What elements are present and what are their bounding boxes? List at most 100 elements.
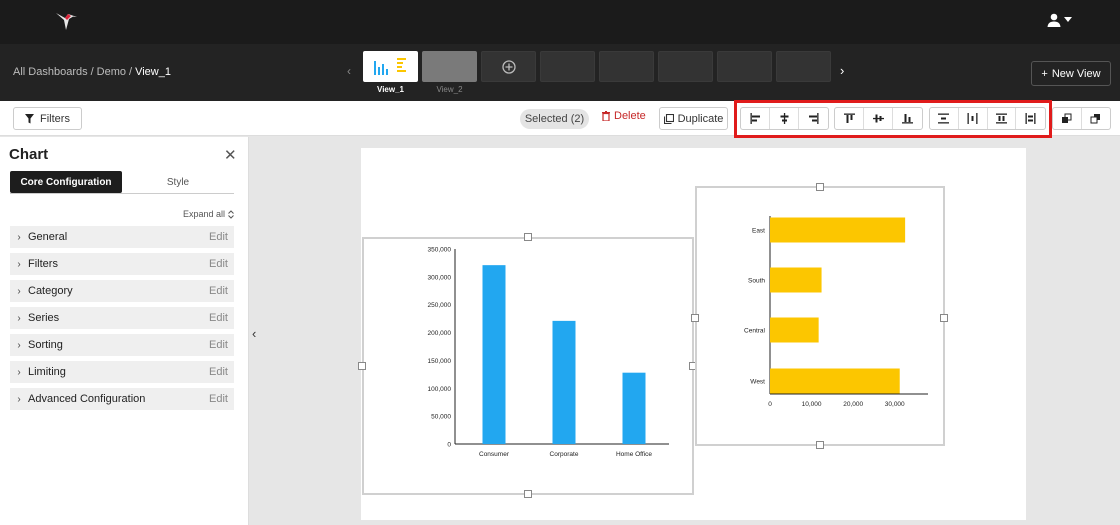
x-tick-label: Home Office [616,451,652,458]
duplicate-button[interactable]: Duplicate [659,107,728,130]
trash-icon [602,111,610,121]
chevron-right-icon: › [17,393,21,405]
edit-link[interactable]: Edit [209,258,228,270]
x-tick-label: 10,000 [802,401,822,408]
section-limiting[interactable]: › Limiting Edit [10,361,234,383]
section-label: Sorting [28,339,63,351]
section-label: Series [28,312,60,324]
bar [770,317,819,343]
section-label: Advanced Configuration [28,393,146,405]
edit-link[interactable]: Edit [209,339,228,351]
resize-handle[interactable] [524,490,532,498]
empty-view-slot [599,51,654,82]
y-tick-label: 50,000 [431,414,451,421]
bar [770,267,822,293]
filters-button[interactable]: Filters [13,107,82,130]
tab-divider [10,193,234,194]
resize-handle[interactable] [358,362,366,370]
edit-link[interactable]: Edit [209,285,228,297]
section-filters[interactable]: › Filters Edit [10,253,234,275]
chevron-right-icon: › [17,231,21,243]
section-sorting[interactable]: › Sorting Edit [10,334,234,356]
view-tab-view-2[interactable] [422,51,477,82]
bring-to-front-button[interactable] [1053,108,1082,129]
chevron-right-icon: › [17,258,21,270]
chevron-right-icon: › [17,312,21,324]
add-view-button[interactable] [481,51,536,82]
send-to-back-button[interactable] [1082,108,1110,129]
chevron-right-icon[interactable]: › [840,63,844,78]
y-tick-label: East [752,228,765,235]
delete-button[interactable]: Delete [602,110,646,122]
y-tick-label: 350,000 [428,247,452,254]
section-label: General [28,231,68,243]
user-icon [1047,13,1061,27]
resize-handle[interactable] [524,233,532,241]
caret-down-icon [1064,17,1072,22]
y-tick-label: 250,000 [428,302,452,309]
copy-icon [663,113,674,124]
expand-collapse-icon [228,209,234,219]
chevron-right-icon: › [17,285,21,297]
view-tab-label: View_1 [377,85,404,94]
empty-view-slot [717,51,772,82]
hummingbird-logo[interactable] [54,10,78,35]
view-tab-view-1[interactable] [363,51,418,82]
edit-link[interactable]: Edit [209,312,228,324]
y-tick-label: 200,000 [428,330,452,337]
resize-handle[interactable] [691,314,699,322]
bar [770,217,906,243]
edit-link[interactable]: Edit [209,366,228,378]
breadcrumb-separator: / [129,66,133,78]
empty-view-slot [658,51,713,82]
edit-link[interactable]: Edit [209,231,228,243]
chevron-right-icon: › [17,339,21,351]
vertical-bar-chart-widget[interactable]: 0 50,000 100,000 150,000 200,000 250,000 300,0… [362,237,694,495]
x-tick-label: 20,000 [843,401,863,408]
section-advanced-configuration[interactable]: › Advanced Configuration Edit [10,388,234,410]
y-tick-label: 100,000 [428,386,452,393]
section-series[interactable]: › Series Edit [10,307,234,329]
bar [482,265,506,444]
view-tab-label: View_2 [436,85,463,94]
filters-label: Filters [40,112,70,125]
section-category[interactable]: › Category Edit [10,280,234,302]
y-tick-label: 150,000 [428,358,452,365]
x-tick-label: 30,000 [885,401,905,408]
plus-icon: + [1041,67,1048,80]
chart-config-panel: Chart ✕ Core Configuration Style Expand … [0,137,249,525]
resize-handle[interactable] [816,441,824,449]
expand-all-label: Expand all [183,209,226,219]
tab-core-configuration[interactable]: Core Configuration [10,171,122,193]
chevron-left-icon[interactable]: ‹ [347,64,351,78]
breadcrumb-separator: / [90,66,94,78]
x-tick-label: Corporate [550,451,579,458]
bar [552,320,576,444]
expand-all-button[interactable]: Expand all [183,209,234,219]
close-icon[interactable]: ✕ [224,146,237,164]
section-label: Category [28,285,73,297]
breadcrumb-current: View_1 [135,66,171,78]
duplicate-label: Duplicate [677,112,724,125]
collapse-panel-chevron-icon[interactable]: ‹ [252,326,256,341]
bar [622,372,646,444]
user-menu[interactable] [1047,13,1072,27]
breadcrumb-all-dashboards[interactable]: All Dashboards [13,66,88,78]
vertical-bar-chart: 0 50,000 100,000 150,000 200,000 250,000 300,0… [428,247,669,458]
y-tick-label: Central [744,328,766,335]
breadcrumb-demo[interactable]: Demo [97,66,126,78]
y-tick-label: South [748,278,765,285]
chevron-right-icon: › [17,366,21,378]
horizontal-bar-chart: East South Central West 0 10,000 20,000 30,000 [744,216,928,408]
breadcrumb: All Dashboards / Demo / View_1 [13,66,171,78]
x-tick-label: 0 [768,401,772,408]
x-tick-label: Consumer [479,451,510,458]
section-general[interactable]: › General Edit [10,226,234,248]
new-view-button[interactable]: + New View [1031,61,1111,86]
horizontal-bar-chart-widget[interactable]: East South Central West 0 10,000 20,000 30,000 [695,186,945,446]
tab-style[interactable]: Style [122,171,234,193]
resize-handle[interactable] [940,314,948,322]
edit-link[interactable]: Edit [209,393,228,405]
resize-handle[interactable] [816,183,824,191]
y-tick-label: 300,000 [428,274,452,281]
